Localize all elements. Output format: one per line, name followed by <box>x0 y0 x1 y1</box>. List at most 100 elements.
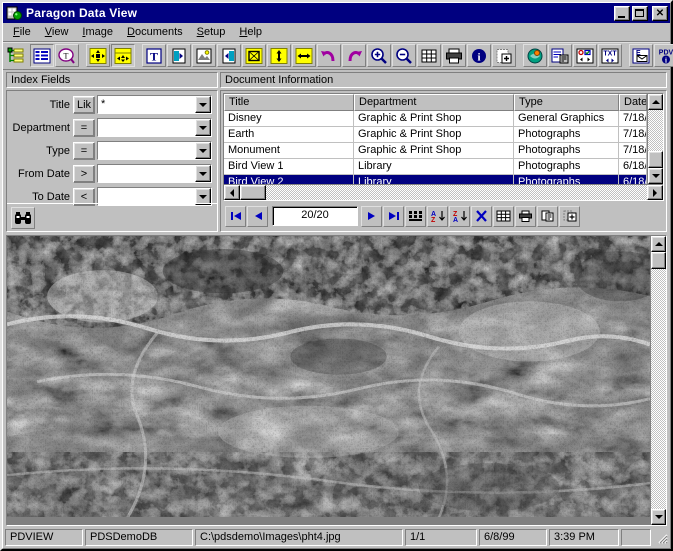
status-date: 6/8/99 <box>479 528 547 546</box>
cell-type: General Graphics <box>514 111 619 126</box>
menu-view[interactable]: View <box>38 24 76 40</box>
combo-from-date[interactable] <box>97 164 212 183</box>
search-document-icon[interactable]: T <box>55 44 79 67</box>
print-list-icon[interactable] <box>515 205 536 227</box>
combo-title[interactable]: * <box>97 95 212 114</box>
index-tree-icon[interactable] <box>5 44 29 67</box>
horizontal-scroll-track[interactable] <box>240 185 647 200</box>
sort-ascending-icon[interactable]: A Z <box>427 205 448 227</box>
menu-documents[interactable]: Documents <box>120 24 190 40</box>
zoom-in-icon[interactable] <box>367 44 391 67</box>
vertical-scroll-track[interactable] <box>648 110 663 151</box>
column-header-type[interactable]: Type <box>514 94 619 111</box>
horizontal-scroll-thumb[interactable] <box>240 185 266 200</box>
choose-columns-icon[interactable] <box>405 205 426 227</box>
column-header-title[interactable]: Title <box>224 94 354 111</box>
scroll-down-icon[interactable] <box>651 509 666 525</box>
info-icon[interactable]: i <box>467 44 491 67</box>
table-row[interactable]: Disney Graphic & Print Shop General Grap… <box>224 111 647 127</box>
menu-image[interactable]: Image <box>75 24 120 40</box>
cell-date: 6/18/ <box>619 175 647 184</box>
menu-file[interactable]: File <box>6 24 38 40</box>
first-record-icon[interactable] <box>225 205 246 227</box>
vertical-scroll-thumb[interactable] <box>648 151 663 168</box>
email-icon[interactable]: E <box>629 44 653 67</box>
copy-icon[interactable] <box>537 205 558 227</box>
combo-department[interactable] <box>97 118 212 137</box>
scroll-down-icon[interactable] <box>648 168 663 184</box>
table-row[interactable]: Earth Graphic & Print Shop Photographs 7… <box>224 127 647 143</box>
table-row-selected[interactable]: Bird View 2 Library Photographs 6/18/ <box>224 175 647 184</box>
page-right-icon[interactable] <box>217 44 241 67</box>
column-header-date[interactable]: Date <box>619 94 647 111</box>
operator-from-date[interactable]: > <box>73 164 95 183</box>
operator-title[interactable]: Lik <box>73 95 95 114</box>
delete-record-icon[interactable] <box>471 205 492 227</box>
menu-setup[interactable]: Setup <box>190 24 233 40</box>
close-button[interactable]: ✕ <box>652 5 668 21</box>
document-grid-vertical-scrollbar[interactable] <box>647 94 663 184</box>
chevron-down-icon-type[interactable] <box>195 142 211 159</box>
fit-height-icon[interactable] <box>267 44 291 67</box>
image-vertical-scroll-thumb[interactable] <box>651 252 666 269</box>
document-list-icon[interactable] <box>30 44 54 67</box>
document-props-icon[interactable] <box>548 44 572 67</box>
status-extra <box>621 528 651 546</box>
text-tool-icon[interactable]: T <box>142 44 166 67</box>
operator-type[interactable]: = <box>73 141 95 160</box>
pdv-about-icon[interactable]: PDV i <box>654 44 673 67</box>
zoom-out-icon[interactable] <box>392 44 416 67</box>
value-department[interactable] <box>98 119 195 136</box>
print-icon[interactable] <box>442 44 466 67</box>
thumbnail-icon[interactable] <box>192 44 216 67</box>
chevron-down-icon-from-date[interactable] <box>195 165 211 182</box>
chevron-down-icon-department[interactable] <box>195 119 211 136</box>
rotate-right-icon[interactable] <box>342 44 366 67</box>
fit-image-icon[interactable] <box>86 44 110 67</box>
main-toolbar: T T i TXT E PDV i <box>3 42 673 70</box>
menu-documents-rest: ocuments <box>134 26 183 38</box>
grid-view-icon[interactable] <box>417 44 441 67</box>
add-page-icon[interactable] <box>492 44 516 67</box>
operator-department[interactable]: = <box>73 118 95 137</box>
next-record-icon[interactable] <box>361 205 382 227</box>
new-record-icon[interactable] <box>559 205 580 227</box>
last-record-icon[interactable] <box>383 205 404 227</box>
value-from-date[interactable] <box>98 165 195 182</box>
document-grid-horizontal-scrollbar[interactable] <box>224 184 663 200</box>
actual-size-icon[interactable] <box>242 44 266 67</box>
record-counter[interactable]: 20/20 <box>272 206 358 226</box>
image-vertical-scroll-track[interactable] <box>651 269 666 509</box>
table-row[interactable]: Bird View 1 Library Photographs 6/18/ <box>224 159 647 175</box>
options-icon[interactable] <box>573 44 597 67</box>
image-vertical-scrollbar[interactable] <box>650 236 666 525</box>
value-type[interactable] <box>98 142 195 159</box>
page-left-icon[interactable] <box>167 44 191 67</box>
previous-record-icon[interactable] <box>247 205 268 227</box>
resize-grip[interactable] <box>654 530 668 544</box>
minimize-button[interactable] <box>614 5 630 21</box>
value-title[interactable]: * <box>98 96 195 113</box>
svg-text:i: i <box>477 51 480 63</box>
rotate-left-icon[interactable] <box>317 44 341 67</box>
field-row-from-date: From Date > <box>7 164 212 183</box>
aerial-photograph[interactable] <box>7 236 650 525</box>
table-row[interactable]: Monument Graphic & Print Shop Photograph… <box>224 143 647 159</box>
find-binoculars-icon[interactable] <box>11 207 35 229</box>
scan-icon[interactable] <box>523 44 547 67</box>
sort-descending-icon[interactable]: Z A <box>449 205 470 227</box>
scroll-right-icon[interactable] <box>647 185 663 200</box>
grid-icon[interactable] <box>493 205 514 227</box>
scroll-up-icon[interactable] <box>651 236 666 252</box>
text-nav-icon[interactable]: TXT <box>598 44 622 67</box>
combo-type[interactable] <box>97 141 212 160</box>
cell-date: 6/18/ <box>619 159 647 174</box>
column-header-department[interactable]: Department <box>354 94 514 111</box>
chevron-down-icon-title[interactable] <box>195 96 211 113</box>
maximize-button[interactable] <box>632 5 648 21</box>
fit-horizontal-icon[interactable] <box>292 44 316 67</box>
menu-help[interactable]: Help <box>232 24 269 40</box>
fit-width-icon[interactable] <box>111 44 135 67</box>
scroll-left-icon[interactable] <box>224 185 240 200</box>
scroll-up-icon[interactable] <box>648 94 663 110</box>
